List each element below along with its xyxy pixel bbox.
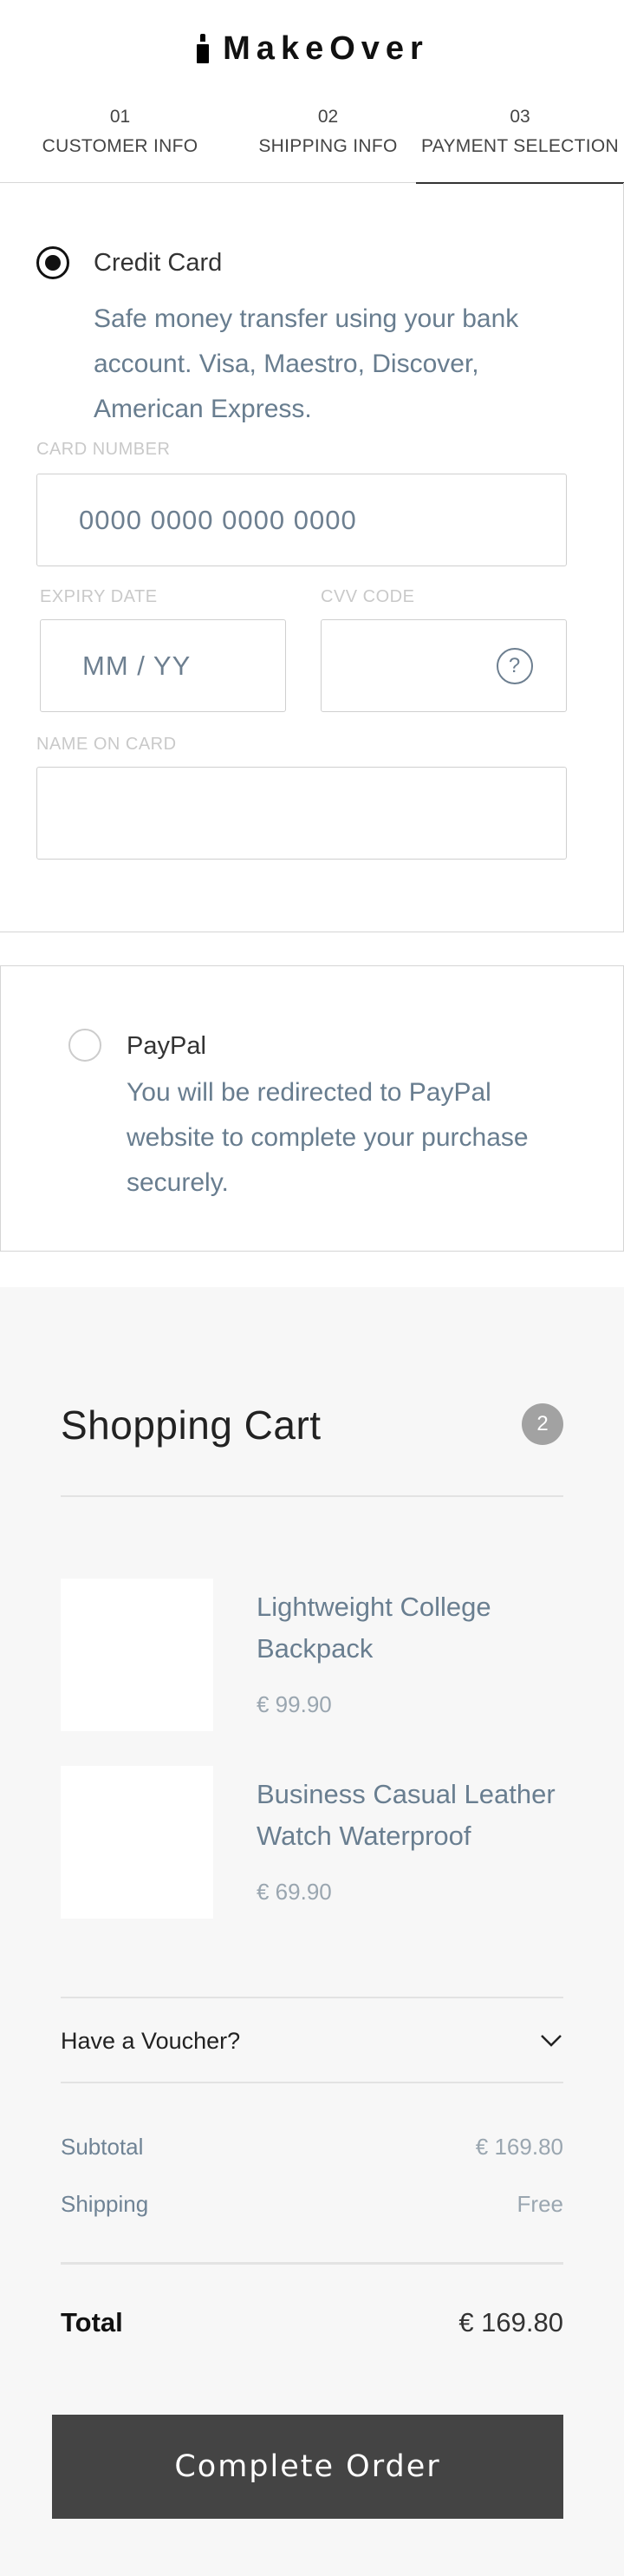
divider <box>61 2082 563 2083</box>
step-label: SHIPPING INFO <box>258 136 398 156</box>
cvv-code-label: CVV CODE <box>321 587 415 606</box>
voucher-toggle[interactable]: Have a Voucher? <box>61 2019 563 2063</box>
step-label: CUSTOMER INFO <box>42 136 198 156</box>
expiry-date-input[interactable]: MM / YY <box>40 619 286 712</box>
question-circle-icon[interactable]: ? <box>497 648 533 684</box>
divider <box>61 1495 563 1497</box>
product-name[interactable]: Business Casual Leather Watch Waterproof <box>257 1774 569 1857</box>
total-label: Total <box>61 2307 123 2337</box>
lipstick-icon <box>195 34 211 63</box>
cart-title: Shopping Cart <box>61 1402 322 1448</box>
paypal-description: You will be redirected to PayPal website… <box>127 1078 529 1197</box>
chevron-down-icon <box>541 2035 562 2047</box>
subtotal-label: Subtotal <box>61 2134 144 2160</box>
brand-header: MakeOver <box>0 28 624 69</box>
expiry-date-label: EXPIRY DATE <box>40 587 158 606</box>
credit-card-radio[interactable] <box>36 246 69 279</box>
paypal-radio[interactable] <box>68 1029 101 1062</box>
credit-card-title: Credit Card <box>94 249 223 277</box>
total-value: € 169.80 <box>458 2307 563 2337</box>
total-row: Total € 169.80 <box>61 2307 563 2338</box>
expiry-date-placeholder: MM / YY <box>82 650 192 681</box>
credit-card-option: Credit Card Safe money transfer using yo… <box>0 183 624 932</box>
name-on-card-label: NAME ON CARD <box>36 735 177 754</box>
subtotal-row: Subtotal € 169.80 <box>61 2134 563 2161</box>
paypal-option: PayPal You will be redirected to PayPal … <box>0 965 624 1252</box>
checkout-steps: 01 CUSTOMER INFO 02 SHIPPING INFO 03 PAY… <box>0 97 624 184</box>
subtotal-value: € 169.80 <box>475 2134 563 2160</box>
product-price: € 69.90 <box>257 1879 332 1905</box>
shipping-row: Shipping Free <box>61 2191 563 2218</box>
credit-card-description: Safe money transfer using your bank acco… <box>94 304 519 423</box>
voucher-label: Have a Voucher? <box>61 2027 241 2054</box>
shipping-value: Free <box>517 2191 563 2217</box>
step-shipping-info[interactable]: 02 SHIPPING INFO <box>240 97 416 184</box>
complete-order-button[interactable]: Complete Order <box>52 2415 563 2519</box>
product-thumbnail[interactable] <box>61 1766 213 1919</box>
step-label: PAYMENT SELECTION <box>421 136 619 156</box>
card-number-input[interactable]: 0000 0000 0000 0000 <box>36 474 567 566</box>
step-customer-info[interactable]: 01 CUSTOMER INFO <box>0 97 240 184</box>
divider <box>61 2262 563 2265</box>
product-price: € 99.90 <box>257 1691 332 1717</box>
step-payment-selection[interactable]: 03 PAYMENT SELECTION <box>416 97 624 184</box>
brand-name: MakeOver <box>223 29 429 67</box>
product-name[interactable]: Lightweight College Backpack <box>257 1586 569 1670</box>
paypal-title: PayPal <box>127 1032 206 1060</box>
divider <box>61 1997 563 1998</box>
shopping-cart: Shopping Cart 2 Lightweight College Back… <box>0 1287 624 2576</box>
cart-count-badge: 2 <box>522 1403 563 1445</box>
shipping-label: Shipping <box>61 2191 149 2217</box>
name-on-card-input[interactable] <box>36 767 567 860</box>
step-number: 03 <box>510 107 530 127</box>
cvv-code-input[interactable]: ? <box>321 619 567 712</box>
step-number: 01 <box>109 107 131 127</box>
card-number-placeholder: 0000 0000 0000 0000 <box>79 504 357 535</box>
card-number-label: CARD NUMBER <box>36 440 171 459</box>
step-number: 02 <box>317 107 339 127</box>
product-thumbnail[interactable] <box>61 1579 213 1731</box>
